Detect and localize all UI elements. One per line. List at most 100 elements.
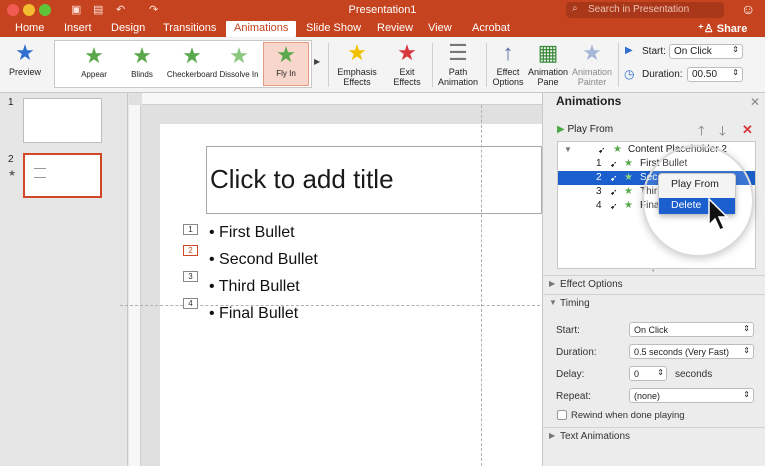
gallery-scroll-icon[interactable]: ▶ xyxy=(314,57,320,66)
timing-delay-input[interactable]: 0 ⇕ xyxy=(629,366,667,381)
tab-insert[interactable]: Insert xyxy=(64,22,92,35)
tab-review[interactable]: Review xyxy=(377,22,413,35)
tab-view[interactable]: View xyxy=(428,22,452,35)
mouse-pointer-icon xyxy=(708,197,730,235)
bullet-first[interactable]: • First Bullet xyxy=(209,224,295,242)
pane-title: Animations xyxy=(556,94,622,108)
effect-options-label: Effect Options xyxy=(492,67,524,87)
ribbon-duration-label: Duration: xyxy=(642,69,683,80)
fly-in-star-icon: ★ xyxy=(276,42,296,67)
path-animation-button[interactable]: ☰ Path Animation xyxy=(436,40,480,88)
gallery-label: Dissolve In xyxy=(219,70,259,79)
path-label: Path Animation xyxy=(437,67,479,87)
tab-acrobat[interactable]: Acrobat xyxy=(472,22,510,35)
select-chevron-icon: ⇕ xyxy=(732,45,739,54)
appear-star-icon: ★ xyxy=(84,43,104,68)
remove-animation-icon[interactable]: ✕ xyxy=(742,122,753,138)
gallery-label: Blinds xyxy=(131,70,153,79)
play-from-button[interactable]: ▶ Play From xyxy=(557,124,613,135)
share-label: Share xyxy=(716,23,748,35)
gallery-label: Fly In xyxy=(276,69,296,78)
timing-section[interactable]: ▼ Timing xyxy=(542,294,765,312)
collapse-triangle-icon[interactable]: ▼ xyxy=(564,143,572,157)
ribbon-duration-input[interactable]: 00.50 ⇕ xyxy=(687,67,743,82)
mouse-click-icon: ➹ xyxy=(610,159,618,169)
collapse-triangle-icon: ▼ xyxy=(549,298,557,307)
bullet-text: Third Bullet xyxy=(218,278,300,295)
animation-order-tag[interactable]: 1 xyxy=(183,224,198,235)
mouse-click-icon: ➹ xyxy=(610,187,618,197)
tab-transitions[interactable]: Transitions xyxy=(163,22,216,35)
gallery-item-blinds[interactable]: ★ Blinds xyxy=(119,44,165,80)
tab-design[interactable]: Design xyxy=(111,22,145,35)
timing-delay-label: Delay: xyxy=(556,369,585,380)
timing-title: Timing xyxy=(560,298,590,309)
animations-ribbon: ★ Preview ★ Appear ★ Blinds ★ Checkerboa… xyxy=(0,37,765,93)
ribbon-separator xyxy=(618,43,619,87)
effect-options-section[interactable]: ▶ Effect Options xyxy=(542,275,765,293)
search-field[interactable]: ⌕ Search in Presentation xyxy=(566,2,724,18)
entrance-star-icon: ★ xyxy=(624,200,633,211)
entrance-star-icon: ★ xyxy=(624,158,633,169)
animation-painter-button[interactable]: ★ Animation Painter xyxy=(570,41,614,88)
bullet-text: Second Bullet xyxy=(219,251,318,268)
animation-order-tag[interactable]: 3 xyxy=(183,271,198,282)
gallery-item-dissolve-in[interactable]: ★ Dissolve In xyxy=(219,44,259,80)
select-chevron-icon: ⇕ xyxy=(743,346,750,355)
ribbon-tab-bar: Home Insert Design Transitions Animation… xyxy=(0,20,765,37)
bullet-third[interactable]: • Third Bullet xyxy=(209,278,300,296)
timing-start-select[interactable]: On Click ⇕ xyxy=(629,322,754,337)
title-placeholder[interactable]: Click to add title xyxy=(206,146,542,214)
animation-pane-button[interactable]: ▦ Animation Pane xyxy=(528,41,568,88)
context-menu-play-from[interactable]: Play From xyxy=(659,177,735,193)
expand-triangle-icon: ▶ xyxy=(549,279,556,288)
pane-splitter[interactable]: • xyxy=(652,268,654,275)
effect-options-arrow-icon: ↑ xyxy=(502,40,514,65)
animation-painter-label: Animation Painter xyxy=(571,67,613,87)
slide-thumbnail-1[interactable] xyxy=(23,98,102,143)
gallery-item-checkerboard[interactable]: ★ Checkerboard xyxy=(165,44,219,80)
mouse-click-icon: ➹ xyxy=(610,201,618,211)
animation-item-number: 2 xyxy=(596,172,602,183)
text-animations-title: Text Animations xyxy=(560,431,631,442)
timing-duration-select[interactable]: 0.5 seconds (Very Fast) ⇕ xyxy=(629,344,754,359)
thumbnail-text-lines xyxy=(34,168,46,178)
play-icon: ▶ xyxy=(557,124,565,135)
ribbon-start-select[interactable]: On Click ⇕ xyxy=(669,44,743,59)
slide-number: 1 xyxy=(8,97,14,108)
share-button[interactable]: ⁺♙ Share xyxy=(698,22,747,35)
timing-repeat-select[interactable]: (none) ⇕ xyxy=(629,388,754,403)
timing-duration-label: Duration: xyxy=(556,347,597,358)
feedback-smiley-icon[interactable]: ☺ xyxy=(741,1,755,17)
vertical-ruler xyxy=(129,105,141,466)
text-animations-section[interactable]: ▶ Text Animations xyxy=(542,427,765,445)
preview-button[interactable]: ★ Preview xyxy=(6,41,44,78)
animation-order-tag[interactable]: 2 xyxy=(183,245,198,256)
play-from-label: Play From xyxy=(567,124,614,135)
pane-close-icon[interactable]: ✕ xyxy=(750,95,760,109)
gallery-item-fly-in[interactable]: ★ Fly In xyxy=(263,42,309,86)
tab-slide-show[interactable]: Slide Show xyxy=(306,22,361,35)
tab-animations[interactable]: Animations xyxy=(226,21,297,37)
search-placeholder: Search in Presentation xyxy=(588,4,690,15)
exit-effects-button[interactable]: ★ Exit Effects xyxy=(386,41,428,88)
emphasis-effects-button[interactable]: ★ Emphasis Effects xyxy=(334,41,380,88)
entrance-star-icon: ★ xyxy=(624,172,633,183)
rewind-checkbox[interactable] xyxy=(557,410,567,420)
add-person-icon: ⁺♙ xyxy=(698,23,714,35)
entrance-star-icon: ★ xyxy=(613,144,622,155)
start-play-icon: ▶ xyxy=(625,45,633,56)
bullet-final[interactable]: • Final Bullet xyxy=(209,305,298,323)
bullet-second[interactable]: • Second Bullet xyxy=(209,251,318,269)
animation-order-tag[interactable]: 4 xyxy=(183,298,198,309)
ribbon-separator xyxy=(328,43,329,87)
gallery-item-appear[interactable]: ★ Appear xyxy=(71,44,117,80)
ribbon-duration-value: 00.50 xyxy=(692,69,718,80)
blinds-star-icon: ★ xyxy=(132,43,152,68)
checkerboard-star-icon: ★ xyxy=(182,43,202,68)
preview-label: Preview xyxy=(8,67,41,77)
tab-home[interactable]: Home xyxy=(15,22,44,35)
slide-thumbnail-2[interactable] xyxy=(23,153,102,198)
effect-options-button[interactable]: ↑ Effect Options xyxy=(490,40,526,88)
path-lines-icon: ☰ xyxy=(448,40,468,65)
